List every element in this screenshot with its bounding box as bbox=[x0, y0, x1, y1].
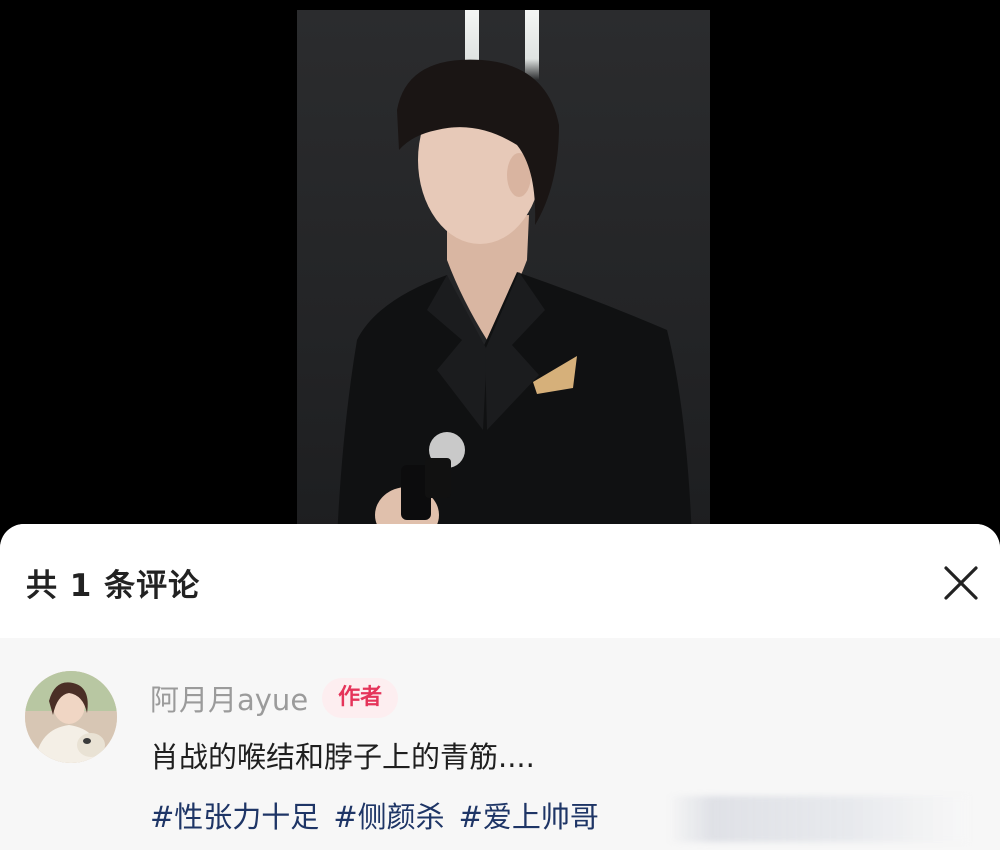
hashtag-link[interactable]: #性张力十足 bbox=[150, 794, 319, 836]
hashtag-row: #性张力十足 #侧颜杀 #爱上帅哥 bbox=[150, 794, 599, 836]
comments-header: 共 1 条评论 bbox=[0, 524, 1000, 638]
close-icon bbox=[944, 566, 978, 600]
video-area[interactable] bbox=[0, 0, 1000, 540]
video-frame[interactable] bbox=[297, 10, 710, 540]
avatar[interactable] bbox=[25, 671, 117, 763]
comment-user-row: 阿月月ayue 作者 bbox=[150, 676, 399, 720]
author-badge: 作者 bbox=[322, 678, 399, 718]
close-button[interactable] bbox=[938, 560, 984, 606]
hashtag-link[interactable]: #爱上帅哥 bbox=[459, 794, 599, 836]
person-photo bbox=[337, 59, 692, 540]
username[interactable]: 阿月月ayue bbox=[150, 677, 308, 719]
hashtag-link[interactable]: #侧颜杀 bbox=[333, 794, 444, 836]
comment-text: 肖战的喉结和脖子上的青筋.... bbox=[150, 740, 535, 774]
comments-count-title: 共 1 条评论 bbox=[26, 568, 201, 604]
blurred-text-overlay bbox=[668, 796, 968, 842]
comments-panel: 共 1 条评论 阿月月ayue 作者 肖战的喉结和脖子上的青筋.... #性张力… bbox=[0, 524, 1000, 850]
avatar-image bbox=[25, 671, 117, 763]
